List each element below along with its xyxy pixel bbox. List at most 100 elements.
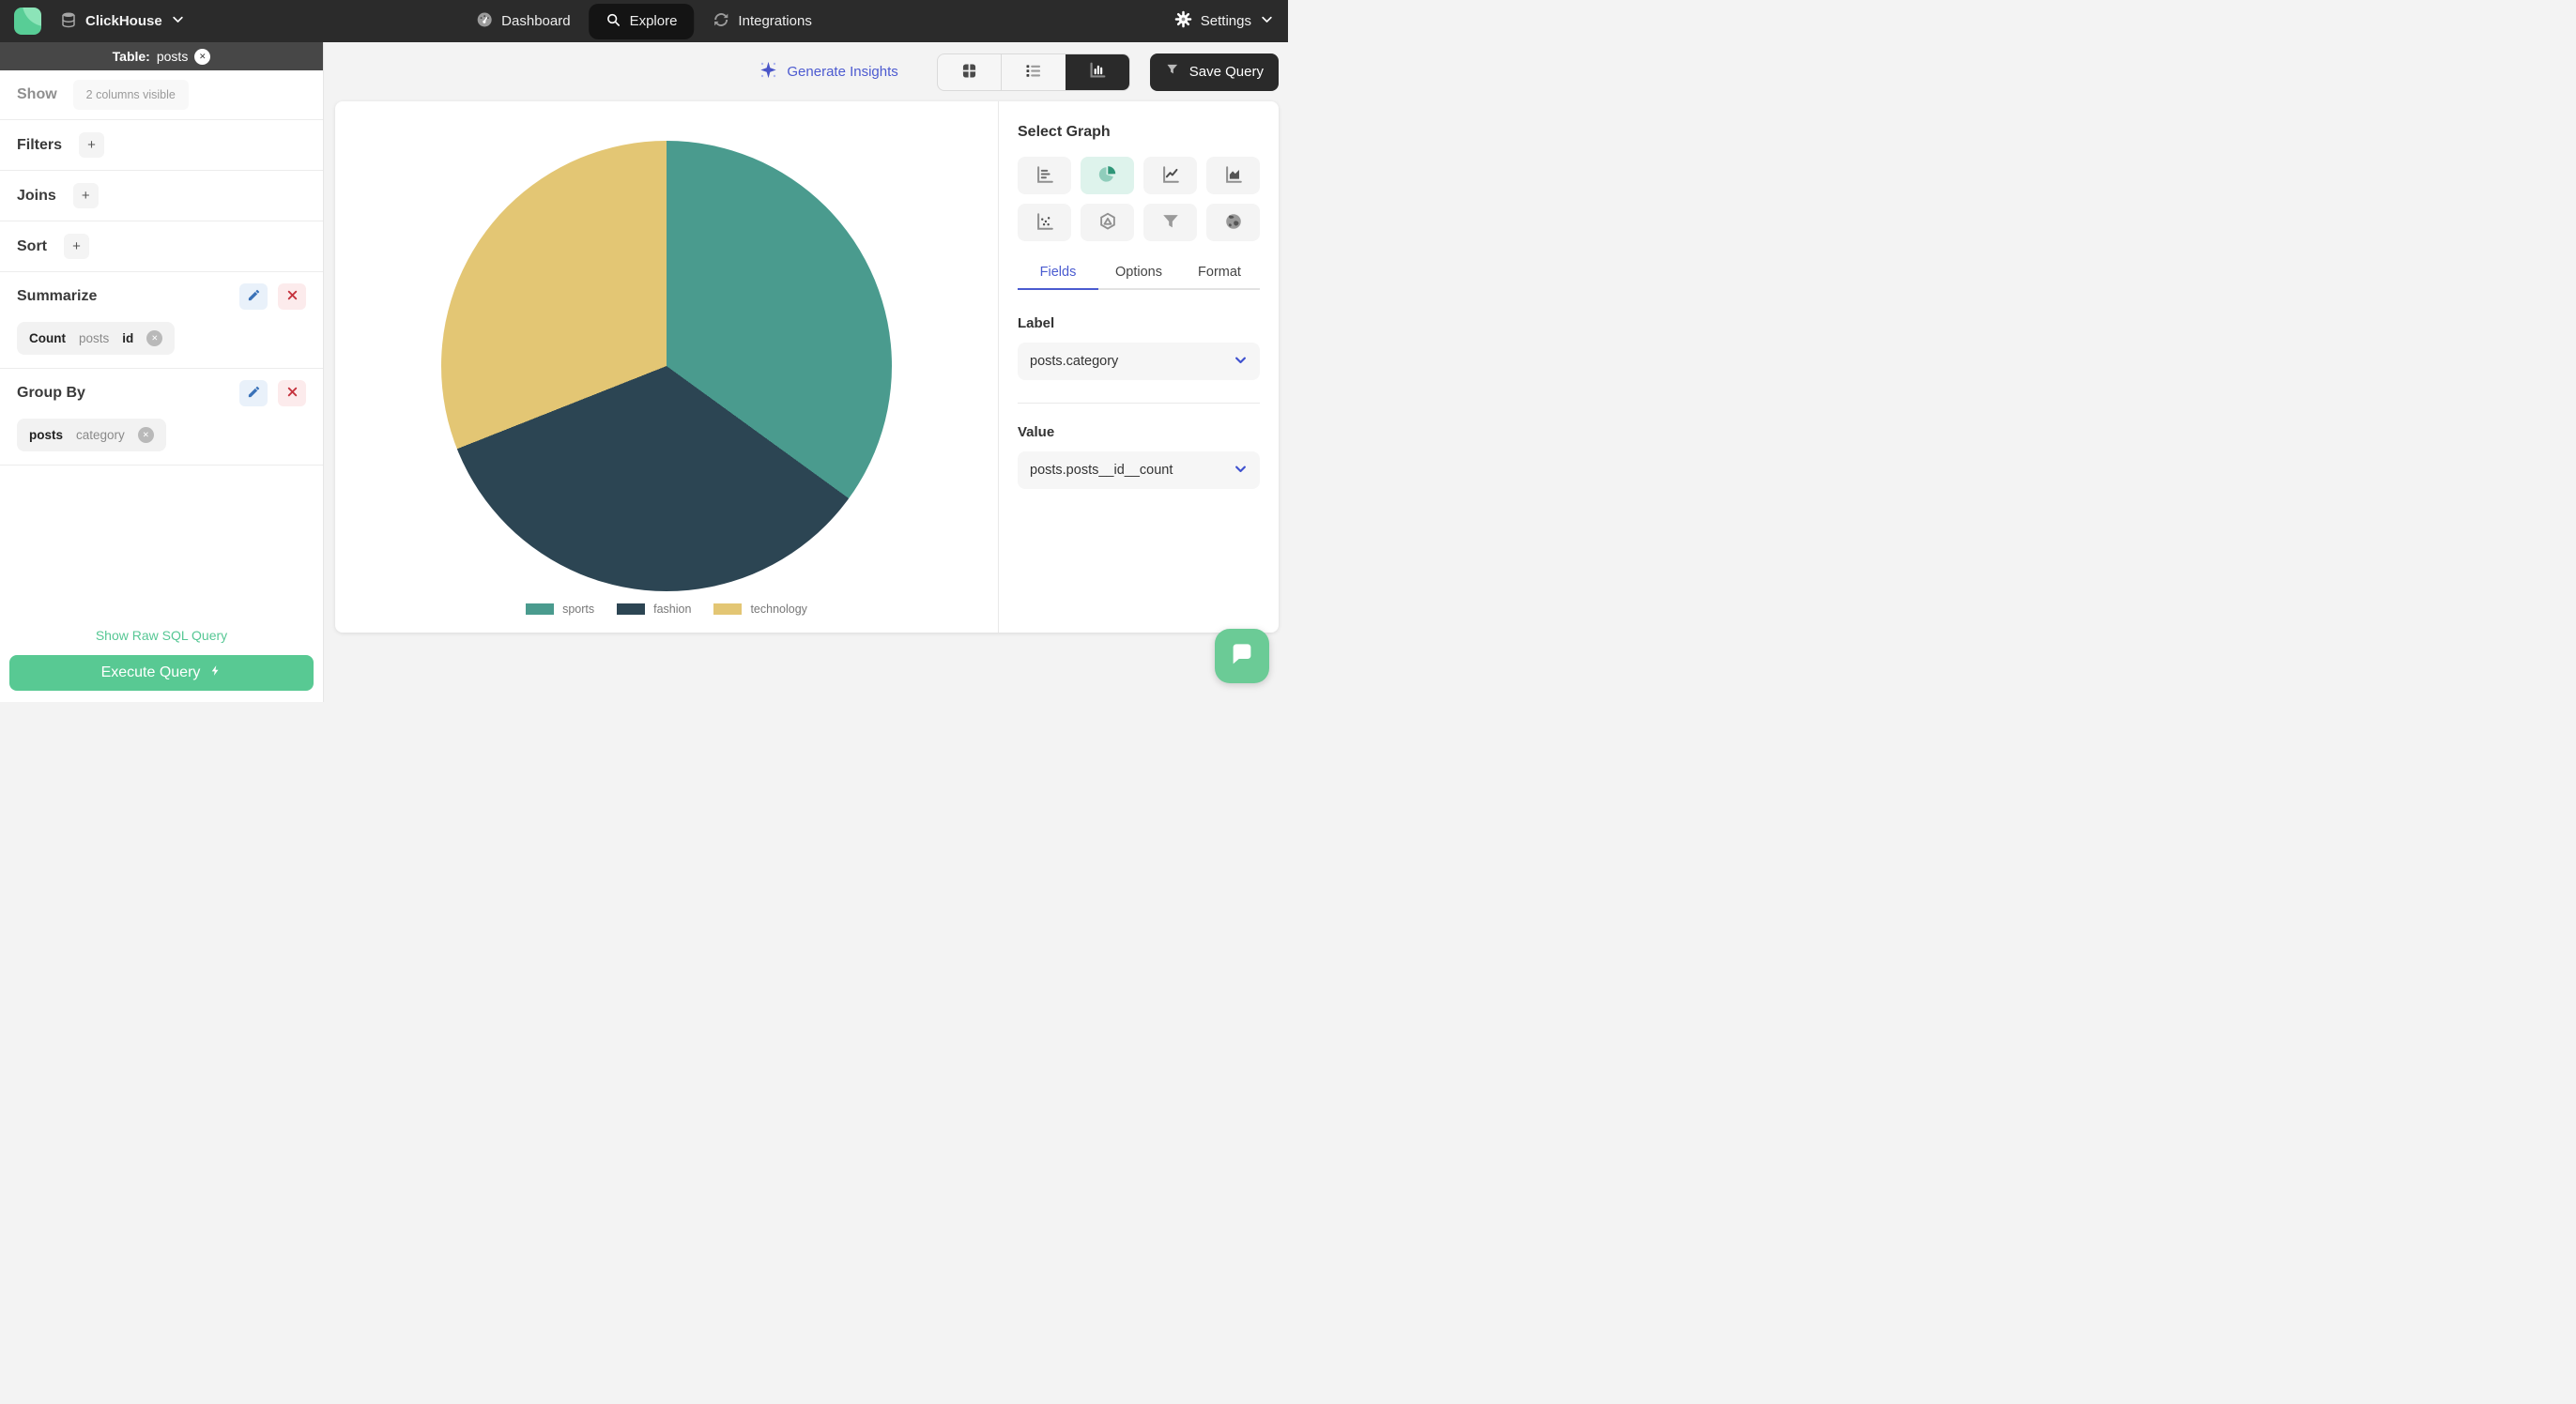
tab-fields[interactable]: Fields [1018,265,1098,290]
columns-visible-button[interactable]: 2 columns visible [72,80,189,110]
nav-integrations[interactable]: Integrations [707,4,817,39]
group-by-section: Group By posts category ✕ [0,369,323,465]
legend-swatch [617,603,646,615]
database-icon [60,11,77,32]
nav-label: Dashboard [501,13,571,29]
sync-icon [713,11,729,32]
remove-summarize-chip-button[interactable]: ✕ [146,330,163,346]
legend-label: technology [750,603,807,616]
label-field-title: Label [1018,315,1055,331]
chip-column: category [76,428,125,442]
graph-type-bar-button[interactable] [1018,157,1071,194]
tab-options[interactable]: Options [1098,265,1179,288]
label-field-select[interactable]: posts.category [1018,343,1260,380]
app-logo[interactable] [14,8,41,35]
pie-chart [441,141,892,591]
show-section: Show 2 columns visible [0,70,323,120]
filters-label: Filters [17,136,63,153]
top-navigation-bar: ClickHouse Dashboard Explore Integration… [0,0,1288,42]
list-view-button[interactable] [1002,54,1066,90]
settings-label: Settings [1200,13,1251,29]
query-builder-sidebar: Table: posts ✕ Show 2 columns visible Fi… [0,42,324,702]
chart-area: sports fashion technology [335,101,998,633]
save-query-label: Save Query [1188,64,1264,80]
graph-type-map-button[interactable] [1206,204,1260,241]
add-filter-button[interactable]: + [79,132,105,158]
nav-explore[interactable]: Explore [589,3,695,39]
group-by-label: Group By [17,385,85,401]
area-chart-icon [1223,164,1244,188]
add-join-button[interactable]: + [72,183,99,208]
edit-summarize-button[interactable] [239,283,268,310]
joins-label: Joins [17,187,56,204]
globe-icon [1223,211,1244,235]
list-icon [1023,61,1043,84]
x-icon [286,386,299,401]
table-icon [959,61,979,84]
chip-table: posts [78,331,110,345]
add-sort-button[interactable]: + [64,234,89,259]
summarize-chip[interactable]: Count posts id ✕ [17,322,176,355]
nav-dashboard[interactable]: Dashboard [470,4,575,39]
chart-view-button[interactable] [1065,53,1129,90]
legend-swatch [526,603,555,615]
primary-nav: Dashboard Explore Integrations [470,3,818,39]
label-field-value: posts.category [1030,354,1119,369]
edit-group-by-button[interactable] [239,380,268,406]
show-raw-sql-link[interactable]: Show Raw SQL Query [0,628,323,643]
remove-group-by-chip-button[interactable]: ✕ [137,427,154,443]
horizontal-bar-chart-icon [1035,164,1055,188]
generate-insights-button[interactable]: Generate Insights [759,60,898,84]
bar-chart-icon [1087,60,1108,84]
legend-label: sports [562,603,595,616]
app-root: ClickHouse Dashboard Explore Integration… [0,0,1288,702]
panel-tabs: Fields Options Format [1018,265,1260,290]
chip-column: id [122,331,134,345]
chip-table: posts [29,428,64,442]
value-field-select[interactable]: posts.posts__id__count [1018,451,1260,489]
main-content: Generate Insights Save Query sports fashi… [325,42,1288,702]
value-field-value: posts.posts__id__count [1030,463,1173,478]
chat-bubble-icon [1228,640,1256,673]
graph-type-line-button[interactable] [1143,157,1197,194]
save-query-button[interactable]: Save Query [1149,53,1279,91]
database-selector[interactable]: ClickHouse [60,11,185,32]
pencil-icon [247,288,261,305]
delete-group-by-button[interactable] [278,380,306,406]
joins-section: Joins + [0,171,323,221]
generate-insights-label: Generate Insights [787,64,898,80]
chevron-down-icon [171,12,185,30]
delete-summarize-button[interactable] [278,283,306,310]
chat-widget-button[interactable] [1215,629,1269,683]
tab-format[interactable]: Format [1179,265,1260,288]
chevron-down-icon [1234,353,1248,371]
graph-type-funnel-button[interactable] [1143,204,1197,241]
graph-type-area-button[interactable] [1206,157,1260,194]
settings-menu[interactable]: Settings [1174,10,1274,32]
gear-icon [1174,10,1192,32]
summarize-section: Summarize Count posts id ✕ [0,272,323,369]
nav-label: Integrations [738,13,812,29]
sort-label: Sort [17,237,47,254]
summarize-label: Summarize [17,288,98,304]
filters-section: Filters + [0,120,323,171]
legend-item-technology: technology [713,603,807,616]
legend-item-sports: sports [526,603,594,616]
execute-query-label: Execute Query [100,664,201,680]
pencil-icon [247,385,261,402]
graph-type-radar-button[interactable] [1081,204,1134,241]
execute-query-button[interactable]: Execute Query [9,655,314,691]
view-mode-toggle-group [936,53,1130,91]
radar-chart-icon [1097,211,1118,235]
table-header-prefix: Table: [112,49,150,64]
table-header: Table: posts ✕ [0,42,323,70]
group-by-chip[interactable]: posts category ✕ [17,419,166,451]
select-graph-title: Select Graph [1018,124,1111,140]
results-card: sports fashion technology Select Graph Fie… [335,101,1279,633]
remove-table-button[interactable]: ✕ [194,48,211,65]
graph-type-pie-button[interactable] [1081,157,1134,194]
graph-type-scatter-button[interactable] [1018,204,1071,241]
table-view-button[interactable] [938,53,1002,90]
graph-settings-panel: Select Graph Fields Options Format Label… [998,101,1279,633]
gauge-icon [476,11,493,32]
